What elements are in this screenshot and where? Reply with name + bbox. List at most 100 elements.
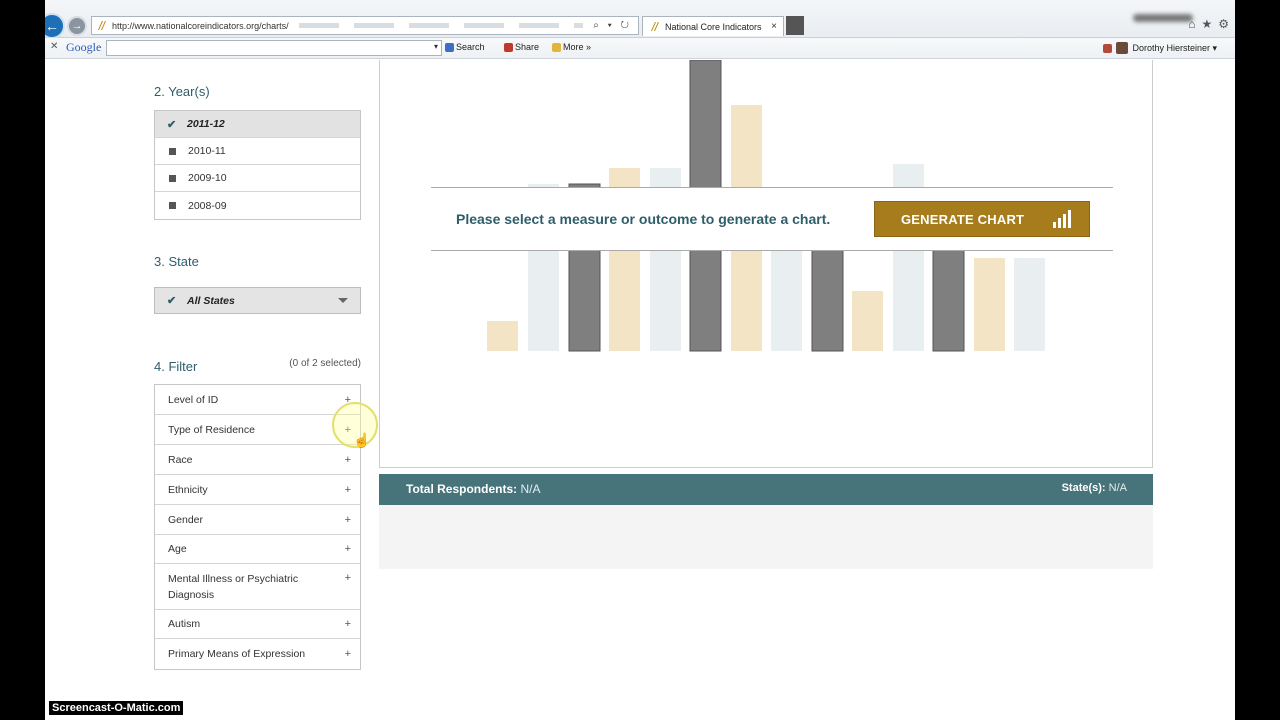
expand-plus-icon[interactable]: + [345,484,351,496]
more-button[interactable]: More » [552,42,591,52]
years-list: ✔ 2011-12 2010-11 2009-10 2008-09 [154,110,361,220]
filter-label: Mental Illness or Psychiatric Diagnosis [168,572,299,601]
favorites-icon[interactable]: ★ [1201,17,1212,31]
filter-mental-illness[interactable]: Mental Illness or Psychiatric Diagnosis + [155,564,360,610]
share-button[interactable]: Share [504,42,539,52]
back-arrow-icon: ← [45,18,59,34]
filter-label: Primary Means of Expression [168,648,306,660]
forward-button[interactable]: → [67,16,87,36]
state-selected-value: All States [187,294,235,307]
page-content: 2. Year(s) ✔ 2011-12 2010-11 2009-10 200… [45,60,1235,720]
filter-age[interactable]: Age + [155,535,360,564]
year-option-2009-10[interactable]: 2009-10 [155,165,360,192]
year-label: 2009-10 [188,172,227,184]
filter-primary-means-of-expression[interactable]: Primary Means of Expression + [155,639,360,669]
filter-type-of-residence[interactable]: Type of Residence + [155,415,360,445]
watermark: Screencast-O-Matic.com [49,701,184,715]
results-area [379,505,1153,569]
home-icon[interactable]: ⌂ [1188,17,1195,31]
more-button-label: More » [563,42,592,52]
google-search-input[interactable]: ▾ [106,40,442,56]
states-value: N/A [1108,482,1127,494]
generate-chart-label: GENERATE CHART [901,211,1025,227]
tab-favicon-icon [651,21,659,31]
filter-count: (0 of 2 selected) [289,358,361,369]
state-section-title: 3. State [154,254,199,269]
chevron-down-icon [338,298,348,303]
share-button-label: Share [515,42,540,52]
filter-ethnicity[interactable]: Ethnicity + [155,475,360,505]
placeholder-bar [771,250,802,351]
chart-prompt-overlay: Please select a measure or outcome to ge… [380,187,1152,251]
expand-plus-icon[interactable]: + [345,618,351,630]
back-button[interactable]: ← [45,13,65,39]
checkbox-icon [169,174,176,182]
year-label: 2011-12 [187,118,225,130]
total-respondents-value: N/A [520,482,541,496]
chart-panel: Please select a measure or outcome to ge… [379,60,1153,468]
address-bar-tools-icon[interactable]: ⌕ ▾ ↻ [593,20,638,31]
state-dropdown[interactable]: ✔ All States [154,287,361,314]
total-respondents: Total Respondents: N/A [406,482,540,496]
respondents-bar: Total Respondents: N/A State(s): N/A [379,474,1153,505]
filter-label: Age [168,543,187,555]
google-logo: Google [66,40,102,54]
toolbar-close-icon[interactable]: ✕ [50,41,58,52]
filter-race[interactable]: Race + [155,445,360,475]
year-label: 2010-11 [188,145,226,157]
checkbox-icon [169,147,176,155]
tab-title: National Core Indicators [665,21,762,32]
notification-icon[interactable] [1103,43,1113,53]
placeholder-bar [932,249,965,352]
search-button[interactable]: Search [445,42,485,52]
divider [431,250,1113,251]
states-label: State(s): [1061,482,1106,494]
user-name: Dorothy Hiersteiner ▾ [1132,42,1217,53]
year-option-2008-09[interactable]: 2008-09 [155,192,360,219]
filter-list: Level of ID + Type of Residence + Race + Et… [154,384,361,670]
url-text: http://www.nationalcoreindicators.org/ch… [112,20,289,31]
browser-window: ← → http://www.nationalcoreindicators.or… [45,0,1235,720]
blurred-region [1133,14,1193,22]
placeholder-bar [1014,258,1045,351]
screen-border [1235,0,1280,720]
settings-gear-icon[interactable]: ⚙ [1218,17,1229,31]
states-summary: State(s): N/A [1062,482,1127,494]
expand-plus-icon[interactable]: + [345,570,351,586]
filter-label: Gender [168,513,204,526]
search-icon [445,42,454,52]
filter-label: Race [168,453,193,466]
placeholder-bar [811,249,844,352]
filter-autism[interactable]: Autism + [155,610,360,639]
checkmark-icon: ✔ [167,118,177,131]
filter-section-title: 4. Filter [154,359,198,374]
tab-close-icon[interactable]: × [771,21,777,32]
filter-label: Type of Residence [168,423,255,436]
filter-level-of-id[interactable]: Level of ID + [155,385,360,415]
filter-gender[interactable]: Gender + [155,505,360,535]
address-bar[interactable]: http://www.nationalcoreindicators.org/ch… [91,16,639,35]
year-option-2010-11[interactable]: 2010-11 [155,138,360,165]
year-option-2011-12[interactable]: ✔ 2011-12 [155,111,360,138]
year-label: 2008-09 [188,199,227,212]
total-respondents-label: Total Respondents: [406,482,518,496]
placeholder-bar [974,258,1005,351]
expand-plus-icon[interactable]: + [345,648,351,660]
expand-plus-icon[interactable]: + [345,454,351,466]
filter-label: Ethnicity [168,483,208,496]
user-account[interactable]: Dorothy Hiersteiner ▾ [1103,42,1217,54]
avatar [1116,42,1129,54]
new-tab-button[interactable] [786,16,804,35]
chart-prompt-text: Please select a measure or outcome to ge… [456,211,831,227]
dropdown-arrow-icon[interactable]: ▾ [434,42,438,51]
checkmark-icon: ✔ [167,295,177,307]
tab-national-core-indicators[interactable]: National Core Indicators × [642,16,784,36]
share-icon [504,42,513,52]
hand-cursor-icon: ☝ [353,432,371,448]
browser-controls: ⌂ ★ ⚙ [1188,17,1235,31]
expand-plus-icon[interactable]: + [345,543,351,555]
placeholder-bar [487,321,518,351]
filter-label: Level of ID [168,393,219,406]
generate-chart-button[interactable]: GENERATE CHART [874,201,1090,237]
expand-plus-icon[interactable]: + [345,514,351,526]
